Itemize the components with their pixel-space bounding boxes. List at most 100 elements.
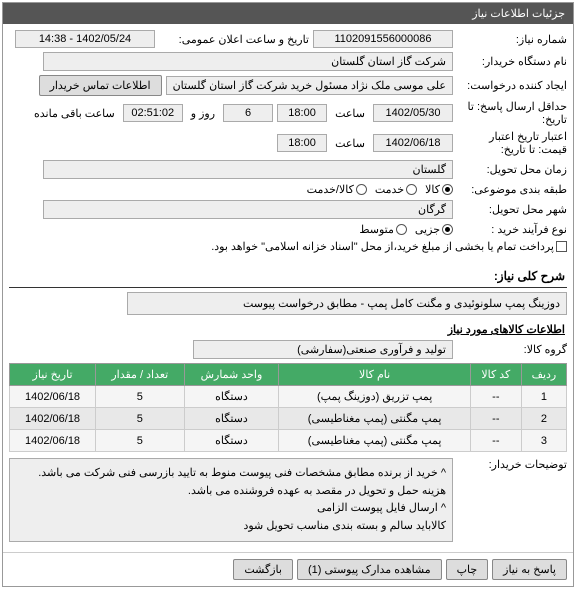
label-requester: ایجاد کننده درخواست: [457,79,567,92]
radio-icon[interactable] [442,224,453,235]
checkbox-treasury[interactable] [556,241,567,252]
table-header-row: ردیفکد کالانام کالاواحد شمارشتعداد / مقد… [10,364,567,386]
buyer-contact-button[interactable]: اطلاعات تماس خریدار [39,75,162,96]
row-subject-class: طبقه بندی موضوعی: کالا خدمت کالا/خدمت [9,183,567,196]
radio-icon[interactable] [406,184,417,195]
field-deadline-date: 1402/05/30 [373,104,453,122]
field-delivery-city: گرگان [43,200,453,219]
label-delivery-city: شهر محل تحویل: [457,203,567,216]
field-buyer: شرکت گاز استان گلستان [43,52,453,71]
subject-radio-group: کالا خدمت کالا/خدمت [307,183,453,196]
panel-title: جزئیات اطلاعات نیاز [3,3,573,24]
table-cell: 5 [96,408,184,430]
row-group: گروه کالا: تولید و فرآوری صنعتی(سفارشی) [9,340,567,359]
table-cell: 1402/06/18 [10,408,96,430]
table-header: کد کالا [470,364,521,386]
label-remaining: ساعت باقی مانده [30,107,119,120]
details-panel: جزئیات اطلاعات نیاز شماره نیاز: 11020915… [2,2,574,587]
field-validity-time: 18:00 [277,134,327,152]
button-row: پاسخ به نیاز چاپ مشاهده مدارک پیوستی (1)… [3,552,573,586]
label-buyer: نام دستگاه خریدار: [457,55,567,68]
table-cell: 5 [96,386,184,408]
row-notes: توضیحات خریدار: ^ خرید از برنده مطابق مش… [9,458,567,542]
row-process-type: نوع فرآیند خرید : جزیی متوسط پرداخت تمام … [9,223,567,253]
row-desc: دوزینگ پمپ سلونوئیدی و مگنت کامل پمپ - م… [9,292,567,315]
label-niaz-no: شماره نیاز: [457,33,567,46]
table-cell: دستگاه [184,386,279,408]
radio-icon[interactable] [396,224,407,235]
label-group: گروه کالا: [457,343,567,356]
table-header: تعداد / مقدار [96,364,184,386]
table-header: واحد شمارش [184,364,279,386]
reply-button[interactable]: پاسخ به نیاز [492,559,567,580]
field-niaz-no: 1102091556000086 [313,30,453,48]
table-row[interactable]: 1--پمپ تزریق (دوزینگ پمپ)دستگاه51402/06/… [10,386,567,408]
row-validity: اعتبار تاریخ اعتبار قیمت: تا تاریخ: 1402… [9,130,567,156]
label-deadline: حداقل ارسال پاسخ: تا تاریخ: [457,100,567,126]
radio-label: خدمت [375,183,404,196]
label-process-type: نوع فرآیند خرید : [457,223,567,236]
notes-box: ^ خرید از برنده مطابق مشخصات فنی پیوست م… [9,458,453,542]
radio-item[interactable]: کالا [425,183,453,196]
row-delivery-city: شهر محل تحویل: گرگان [9,200,567,219]
label-date-public: تاریخ و ساعت اعلان عمومی: [159,33,309,46]
field-requester: علی موسی ملک نژاد مسئول خرید شرکت گاز اس… [166,76,453,95]
field-validity-date: 1402/06/18 [373,134,453,152]
label-delivery-time: زمان محل تحویل: [457,163,567,176]
table-cell: 2 [521,408,566,430]
row-delivery-time: زمان محل تحویل: گلستان [9,160,567,179]
process-check-item[interactable]: پرداخت تمام یا بخشی از مبلغ خرید،از محل … [211,240,567,253]
table-cell: -- [470,386,521,408]
label-time-2: ساعت [331,137,369,150]
attachments-button[interactable]: مشاهده مدارک پیوستی (1) [297,559,442,580]
process-radio-group: جزیی متوسط [359,223,453,236]
field-desc: دوزینگ پمپ سلونوئیدی و مگنت کامل پمپ - م… [127,292,567,315]
note-line: ^ ارسال فایل پیوست الزامی [16,500,446,518]
table-cell: -- [470,430,521,452]
label-day-and: روز و [187,107,219,120]
field-delivery-place: گلستان [43,160,453,179]
table-cell: -- [470,408,521,430]
table-cell: 1402/06/18 [10,386,96,408]
table-cell: 3 [521,430,566,452]
label-subject-class: طبقه بندی موضوعی: [457,183,567,196]
goods-table: ردیفکد کالانام کالاواحد شمارشتعداد / مقد… [9,363,567,452]
table-row[interactable]: 3--پمپ مگنتی (پمپ مغناطیسی)دستگاه51402/0… [10,430,567,452]
radio-label: کالا [425,183,440,196]
table-cell: پمپ مگنتی (پمپ مغناطیسی) [279,408,471,430]
radio-label: جزیی [415,223,440,236]
back-button[interactable]: بازگشت [233,559,293,580]
label-time-1: ساعت [331,107,369,120]
radio-label: متوسط [359,223,394,236]
table-cell: دستگاه [184,430,279,452]
table-cell: 5 [96,430,184,452]
section-desc-title: شرح کلی نیاز: [9,265,567,288]
table-header: تاریخ نیاز [10,364,96,386]
radio-icon[interactable] [356,184,367,195]
radio-item[interactable]: کالا/خدمت [307,183,367,196]
note-line: هزینه حمل و تحویل در مقصد به عهده فروشند… [16,483,446,501]
row-deadline: حداقل ارسال پاسخ: تا تاریخ: 1402/05/30 س… [9,100,567,126]
table-cell: دستگاه [184,408,279,430]
print-button[interactable]: چاپ [446,559,489,580]
radio-item[interactable]: جزیی [415,223,453,236]
radio-item[interactable]: خدمت [375,183,417,196]
table-cell: پمپ تزریق (دوزینگ پمپ) [279,386,471,408]
panel-body: شماره نیاز: 1102091556000086 تاریخ و ساع… [3,24,573,552]
field-group: تولید و فرآوری صنعتی(سفارشی) [193,340,453,359]
table-cell: 1402/06/18 [10,430,96,452]
table-cell: 1 [521,386,566,408]
table-cell: پمپ مگنتی (پمپ مغناطیسی) [279,430,471,452]
table-row[interactable]: 2--پمپ مگنتی (پمپ مغناطیسی)دستگاه51402/0… [10,408,567,430]
label-notes: توضیحات خریدار: [457,458,567,471]
field-date-public: 1402/05/24 - 14:38 [15,30,155,48]
section-goods-title: اطلاعات کالاهای مورد نیاز [9,319,567,340]
note-line: کالاباید سالم و بسته بندی مناسب تحویل شو… [16,518,446,536]
table-header: نام کالا [279,364,471,386]
field-deadline-time: 18:00 [277,104,327,122]
field-deadline-clock: 02:51:02 [123,104,183,122]
radio-label: کالا/خدمت [307,183,354,196]
radio-item[interactable]: متوسط [359,223,407,236]
table-header: ردیف [521,364,566,386]
radio-icon[interactable] [442,184,453,195]
